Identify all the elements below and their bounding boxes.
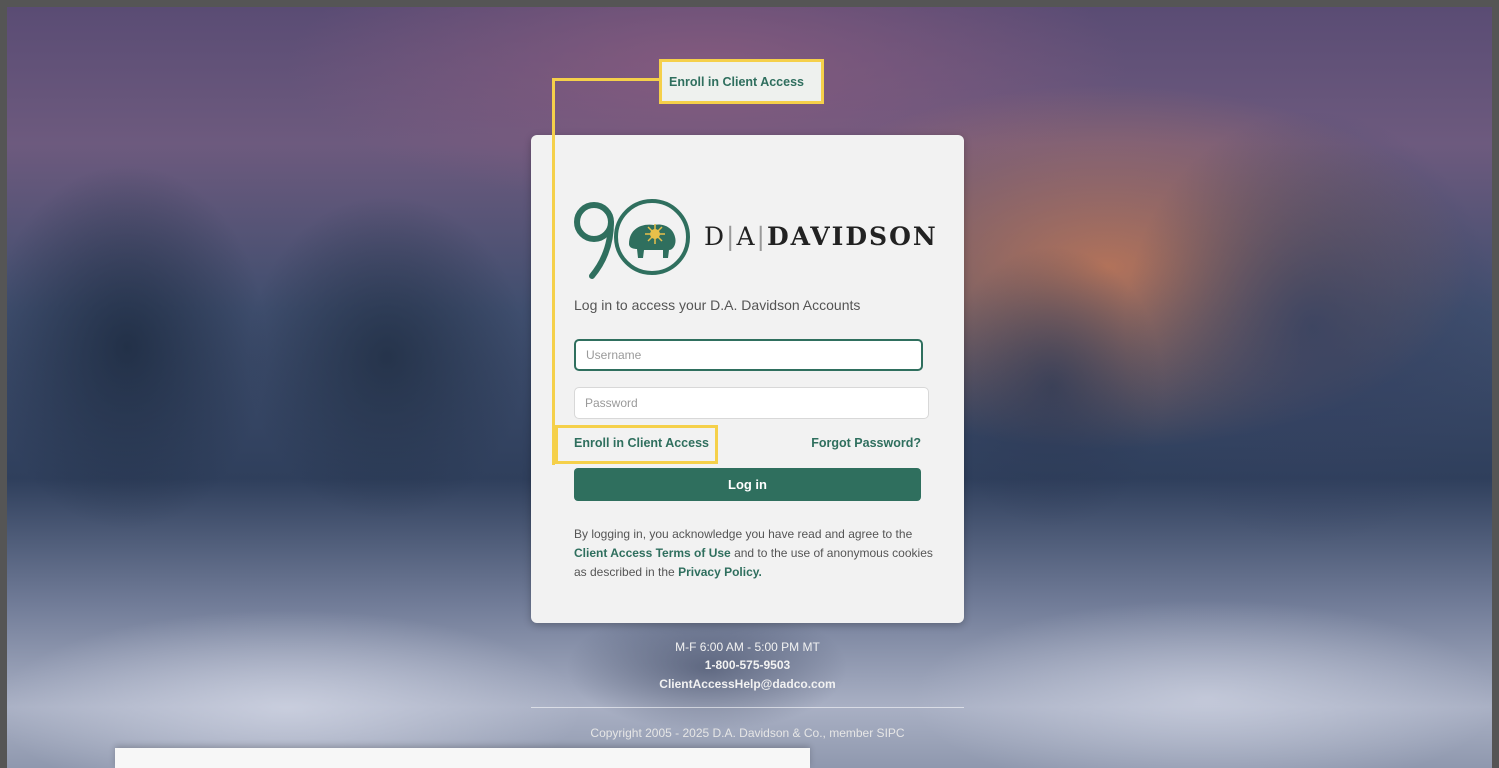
background-trees-left — [7, 127, 547, 557]
wordmark-separator: | — [726, 222, 737, 251]
copyright: Copyright 2005 - 2025 D.A. Davidson & Co… — [590, 726, 905, 740]
username-input[interactable] — [574, 339, 923, 371]
legal-notice: By logging in, you acknowledge you have … — [574, 525, 934, 582]
terms-of-use-link[interactable]: Client Access Terms of Use — [574, 546, 731, 560]
wordmark-a: A — [736, 222, 757, 251]
wordmark-davidson: DAVIDSON — [766, 222, 938, 251]
footer-divider — [531, 707, 964, 708]
logo: D|A|DAVIDSON — [574, 192, 936, 282]
callout-label-box: Enroll in Client Access — [659, 59, 824, 104]
wordmark-separator: | — [756, 222, 767, 251]
login-subtitle: Log in to access your D.A. Davidson Acco… — [574, 297, 861, 313]
callout-label: Enroll in Client Access — [669, 75, 804, 89]
privacy-policy-link[interactable]: Privacy Policy. — [678, 565, 762, 579]
support-phone: 1-800-575-9503 — [704, 658, 791, 672]
callout-highlight-enroll — [555, 425, 718, 464]
legal-text-1: By logging in, you acknowledge you have … — [574, 527, 913, 541]
bottom-overlay-panel — [115, 748, 810, 768]
wordmark-d: D — [704, 222, 727, 251]
bison-logo-icon — [574, 199, 690, 279]
password-input[interactable] — [574, 387, 929, 419]
forgot-password-link[interactable]: Forgot Password? — [811, 436, 921, 450]
support-hours: M-F 6:00 AM - 5:00 PM MT — [675, 640, 820, 654]
callout-connector-horizontal — [552, 78, 660, 81]
wordmark: D|A|DAVIDSON — [704, 222, 938, 251]
support-email-link[interactable]: ClientAccessHelp@dadco.com — [531, 677, 964, 691]
login-button[interactable]: Log in — [574, 468, 921, 501]
callout-connector-vertical — [552, 78, 555, 465]
